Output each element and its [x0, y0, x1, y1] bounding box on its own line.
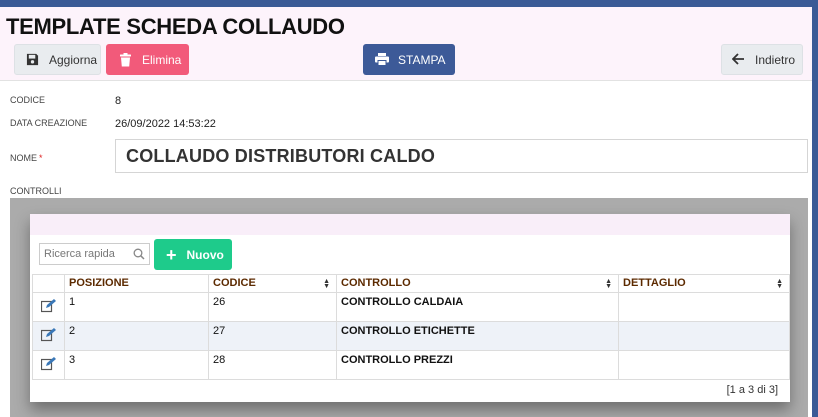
- search-icon: [133, 248, 145, 260]
- required-marker: *: [39, 153, 43, 163]
- controlli-table: POSIZIONE CODICE ▲ ▼ CONTROLLO ▲ ▼ DETTAGLIO…: [32, 274, 790, 380]
- edit-cell[interactable]: [32, 292, 65, 322]
- trash-icon: [119, 52, 133, 67]
- edit-cell[interactable]: [32, 321, 65, 351]
- search-placeholder: Ricerca rapida: [44, 248, 115, 260]
- dettaglio-cell: [618, 292, 790, 322]
- column-header-codice[interactable]: CODICE ▲ ▼: [208, 274, 337, 293]
- codice-cell: 28: [208, 350, 337, 380]
- dettaglio-cell: [618, 321, 790, 351]
- new-button-label: Nuovo: [186, 247, 224, 262]
- data-creazione-label: DATA CREAZIONE: [10, 118, 88, 128]
- controllo-cell: CONTROLLO PREZZI: [336, 350, 619, 380]
- sort-icon: ▲ ▼: [776, 278, 783, 290]
- dettaglio-cell: [618, 350, 790, 380]
- codice-value: 8: [115, 95, 122, 107]
- new-button[interactable]: + Nuovo: [154, 239, 232, 270]
- nome-label: NOME *: [10, 153, 43, 163]
- sort-icon: ▲ ▼: [605, 278, 612, 290]
- controlli-panel: Ricerca rapida + Nuovo POSIZIONE CODICE ▲: [30, 214, 790, 402]
- edit-icon[interactable]: [40, 357, 57, 374]
- column-header-controllo[interactable]: CONTROLLO ▲ ▼: [336, 274, 619, 293]
- printer-icon: [375, 52, 389, 67]
- page-title: TEMPLATE SCHEDA COLLAUDO: [6, 14, 345, 39]
- nome-field[interactable]: COLLAUDO DISTRIBUTORI CALDO: [115, 139, 808, 173]
- column-header-posizione[interactable]: POSIZIONE: [64, 274, 209, 293]
- back-button-label: Indietro: [755, 52, 796, 67]
- edit-cell[interactable]: [32, 350, 65, 380]
- sort-icon: ▲ ▼: [323, 278, 330, 290]
- codice-cell: 27: [208, 321, 337, 351]
- table-row: 3 28 CONTROLLO PREZZI: [32, 350, 790, 380]
- panel-header: [30, 214, 790, 235]
- controlli-container: Ricerca rapida + Nuovo POSIZIONE CODICE ▲: [10, 198, 808, 417]
- detail-form: CODICE 8 DATA CREAZIONE 26/09/2022 14:53…: [0, 80, 812, 417]
- edit-icon[interactable]: [40, 328, 57, 345]
- print-button[interactable]: STAMPA: [363, 44, 455, 75]
- posizione-cell: 1: [64, 292, 209, 322]
- column-header-dettaglio[interactable]: DETTAGLIO ▲ ▼: [618, 274, 790, 293]
- codice-cell: 26: [208, 292, 337, 322]
- controllo-cell: CONTROLLO CALDAIA: [336, 292, 619, 322]
- page-frame: TEMPLATE SCHEDA COLLAUDO Aggiorna Elimin…: [0, 7, 812, 417]
- edit-icon[interactable]: [40, 299, 57, 316]
- edit-column-header: [32, 274, 65, 293]
- search-input[interactable]: Ricerca rapida: [39, 243, 150, 265]
- controlli-label: CONTROLLI: [10, 186, 62, 196]
- update-button[interactable]: Aggiorna: [14, 44, 101, 75]
- table-row: 1 26 CONTROLLO CALDAIA: [32, 292, 790, 322]
- controllo-cell: CONTROLLO ETICHETTE: [336, 321, 619, 351]
- data-creazione-value: 26/09/2022 14:53:22: [115, 118, 216, 130]
- delete-button[interactable]: Elimina: [106, 44, 189, 75]
- table-row: 2 27 CONTROLLO ETICHETTE: [32, 321, 790, 351]
- plus-icon: +: [166, 244, 177, 265]
- delete-button-label: Elimina: [142, 52, 182, 67]
- update-button-label: Aggiorna: [49, 52, 98, 67]
- arrow-left-icon: [732, 52, 746, 67]
- posizione-cell: 2: [64, 321, 209, 351]
- back-button[interactable]: Indietro: [721, 44, 803, 75]
- floppy-disk-icon: [26, 53, 40, 67]
- posizione-cell: 3: [64, 350, 209, 380]
- print-button-label: STAMPA: [398, 52, 446, 67]
- codice-label: CODICE: [10, 95, 46, 105]
- pager-info: [1 a 3 di 3]: [726, 384, 778, 396]
